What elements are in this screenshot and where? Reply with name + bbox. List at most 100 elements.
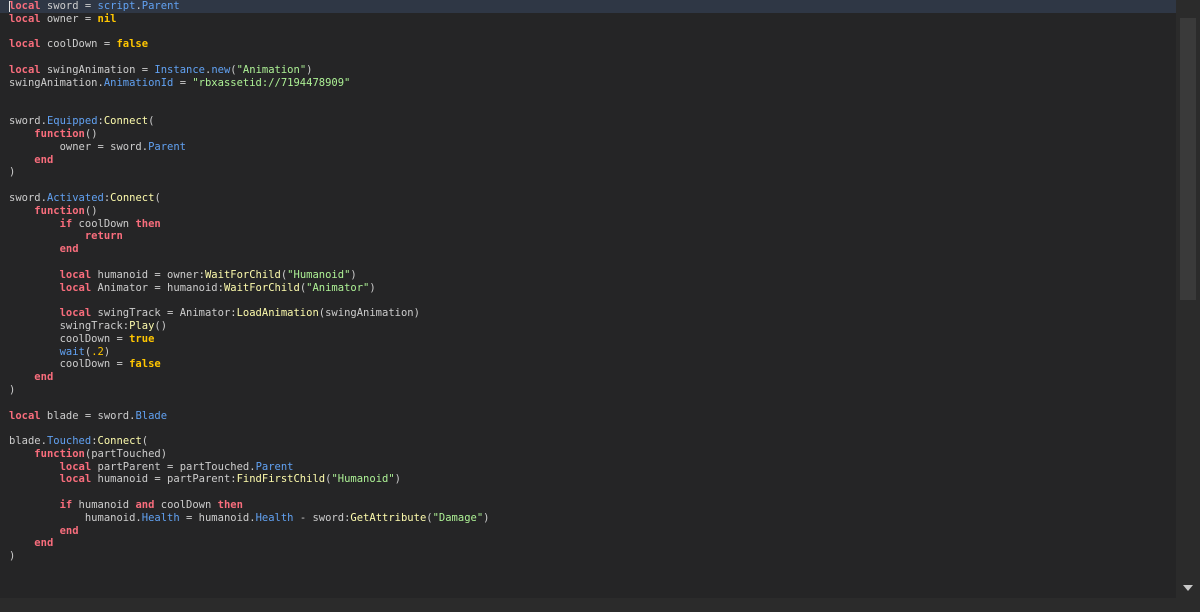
code-line[interactable]: swingTrack:Play() (0, 320, 1176, 333)
keyword-token: local (59, 460, 92, 473)
method-token: Connect (97, 435, 142, 448)
code-line[interactable]: end (0, 243, 1176, 256)
keyword-token: local (59, 268, 92, 281)
code-line[interactable]: local blade = sword.Blade (0, 410, 1176, 423)
text-token: coolDown = (9, 358, 130, 371)
method-token: WaitForChild (204, 268, 281, 281)
boolean-token: false (129, 358, 161, 371)
code-line[interactable] (0, 422, 1176, 435)
code-line[interactable]: function() (0, 205, 1176, 218)
code-line[interactable] (0, 90, 1176, 103)
boolean-token: false (116, 38, 149, 51)
code-line[interactable]: wait(.2) (0, 346, 1176, 359)
code-line[interactable]: local owner = nil (0, 13, 1176, 26)
keyword-token: end (59, 524, 79, 537)
keyword-token: end (34, 537, 54, 550)
string-token: "rbxassetid://7194478909" (192, 76, 351, 89)
text-token: coolDown = (9, 332, 130, 345)
code-line[interactable] (0, 179, 1176, 192)
code-line[interactable] (0, 397, 1176, 410)
code-line[interactable]: if coolDown then (0, 218, 1176, 231)
keyword-token: end (34, 153, 54, 166)
method-token: Play (129, 319, 155, 332)
code-line[interactable]: blade.Touched:Connect( (0, 435, 1176, 448)
property-token: Parent (148, 140, 187, 153)
code-line[interactable]: coolDown = true (0, 333, 1176, 346)
text-token: sword = (40, 0, 98, 12)
text-token: blade = sword. (40, 409, 136, 422)
code-line[interactable]: function(partTouched) (0, 448, 1176, 461)
keyword-token: local (9, 38, 41, 51)
code-line[interactable]: local Animator = humanoid:WaitForChild("… (0, 282, 1176, 295)
code-line[interactable]: ) (0, 384, 1176, 397)
code-line[interactable]: local partParent = partTouched.Parent (0, 461, 1176, 474)
method-token: FindFirstChild (236, 473, 326, 486)
code-line[interactable]: owner = sword.Parent (0, 141, 1176, 154)
scroll-down-arrow-icon[interactable] (1180, 580, 1196, 596)
keyword-token: then (217, 499, 243, 512)
text-token: ) (9, 550, 16, 563)
text-token: ) (350, 268, 357, 281)
code-line[interactable]: ) (0, 166, 1176, 179)
method-token: Connect (110, 191, 155, 204)
text-token: humanoid. (9, 511, 142, 524)
code-line[interactable]: local sword = script.Parent (0, 0, 1176, 13)
text-token: coolDown (154, 499, 218, 512)
code-line[interactable]: local swingAnimation = Instance.new("Ani… (0, 64, 1176, 77)
property-token: Parent (141, 0, 180, 12)
code-line[interactable]: if humanoid and coolDown then (0, 499, 1176, 512)
code-line[interactable]: end (0, 537, 1176, 550)
text-token: humanoid = partParent: (91, 473, 237, 486)
code-line[interactable]: ) (0, 550, 1176, 563)
text-token: ( (148, 115, 155, 128)
code-line[interactable]: humanoid.Health = humanoid.Health - swor… (0, 512, 1176, 525)
boolean-token: nil (97, 12, 117, 25)
keyword-token: then (135, 217, 161, 230)
property-token: Health (255, 511, 294, 524)
text-token: ) (9, 383, 16, 396)
code-line[interactable] (0, 294, 1176, 307)
text-token: swingTrack = Animator: (91, 307, 237, 320)
code-line[interactable]: local humanoid = owner:WaitForChild("Hum… (0, 269, 1176, 282)
text-token: () (154, 319, 168, 332)
code-line[interactable]: local humanoid = partParent:FindFirstChi… (0, 473, 1176, 486)
code-line[interactable]: end (0, 525, 1176, 538)
text-token: humanoid = owner: (91, 268, 205, 281)
vertical-scrollbar[interactable] (1176, 0, 1200, 598)
text-token: swingAnimation = (40, 63, 155, 76)
keyword-token: local (9, 63, 41, 76)
code-line[interactable]: sword.Activated:Connect( (0, 192, 1176, 205)
code-line[interactable]: function() (0, 128, 1176, 141)
code-line[interactable]: local coolDown = false (0, 38, 1176, 51)
code-line[interactable] (0, 51, 1176, 64)
code-area[interactable]: local sword = script.Parent local owner =… (0, 0, 1176, 598)
keyword-token: local (59, 307, 92, 320)
code-line[interactable] (0, 256, 1176, 269)
number-token: .2 (91, 345, 104, 358)
method-token: GetAttribute (350, 511, 427, 524)
code-line[interactable]: coolDown = false (0, 358, 1176, 371)
code-line[interactable]: return (0, 230, 1176, 243)
horizontal-scrollbar[interactable] (0, 598, 1200, 612)
code-line[interactable] (0, 486, 1176, 499)
code-editor[interactable]: local sword = script.Parent local owner =… (0, 0, 1200, 612)
code-line[interactable]: local swingTrack = Animator:LoadAnimatio… (0, 307, 1176, 320)
code-line[interactable] (0, 102, 1176, 115)
code-line[interactable]: end (0, 154, 1176, 167)
text-token: ) (9, 166, 16, 179)
keyword-token: function (34, 447, 85, 460)
code-line[interactable]: sword.Equipped:Connect( (0, 115, 1176, 128)
code-line[interactable]: swingAnimation.AnimationId = "rbxassetid… (0, 77, 1176, 90)
keyword-token: local (59, 473, 92, 486)
code-line[interactable] (0, 26, 1176, 39)
scrollbar-thumb[interactable] (1180, 18, 1196, 300)
code-line[interactable]: end (0, 371, 1176, 384)
text-token: owner = sword. (9, 140, 149, 153)
property-token: Activated (46, 191, 104, 204)
